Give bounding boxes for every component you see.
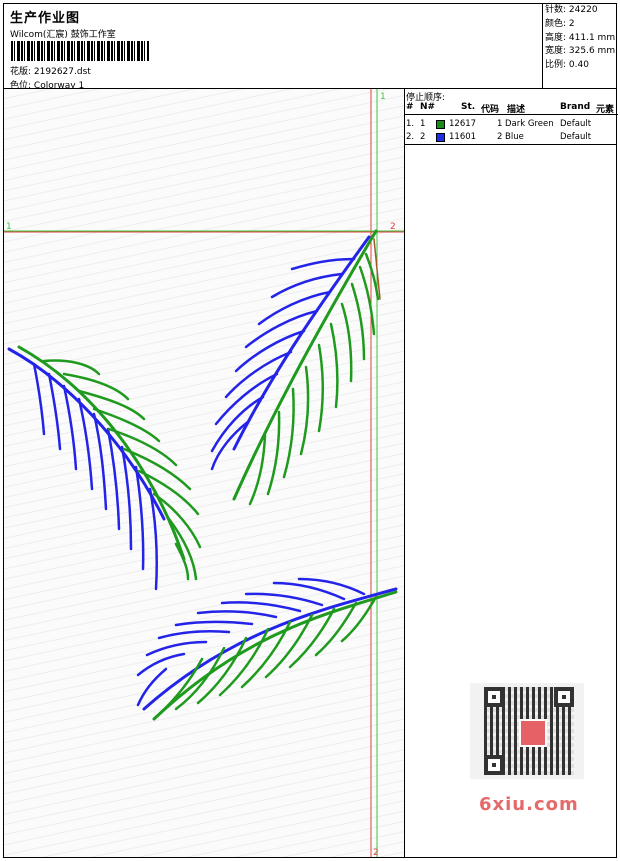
leaf-left xyxy=(7,345,202,591)
company-name: Wilcom(汇宸) 鼓饰工作室 xyxy=(10,30,116,40)
stops-bottom-line xyxy=(404,144,616,145)
watermark-text: 6xiu.com xyxy=(479,794,579,815)
col-stitches: St. xyxy=(461,102,476,112)
swatch-blue xyxy=(436,133,445,142)
leaf-upper xyxy=(210,229,381,506)
marker-right: 2 xyxy=(390,222,396,232)
pattern-row: 花版: 2192627.dst xyxy=(10,64,91,77)
leaf-bottom xyxy=(136,577,398,721)
table-row[interactable]: 2. 2 11601 2 Blue Default xyxy=(405,132,618,144)
header-left: 生产作业图 Wilcom(汇宸) 鼓饰工作室 花版: 2192627.dst 色… xyxy=(8,7,542,91)
qr-watermark xyxy=(470,683,584,779)
table-row[interactable]: 1. 1 12617 1 Dark Green Default xyxy=(405,119,618,131)
design-svg: 1 1 2 2 xyxy=(4,89,404,857)
production-sheet: 生产作业图 Wilcom(汇宸) 鼓饰工作室 花版: 2192627.dst 色… xyxy=(3,3,619,858)
marker-top: 1 xyxy=(380,92,386,102)
pattern-value: 2192627.dst xyxy=(33,67,91,77)
swatch-dark-green xyxy=(436,120,445,129)
marker-left: 1 xyxy=(6,222,12,232)
design-meta: 针数: 24220 颜色: 2 高度: 411.1 mm 宽度: 325.6 m… xyxy=(542,4,619,88)
meta-stitches: 针数: 24220 xyxy=(545,5,598,15)
header-underline xyxy=(405,114,618,115)
qr-logo xyxy=(519,719,547,747)
barcode xyxy=(11,41,149,61)
col-number: N# xyxy=(420,102,436,112)
design-canvas[interactable]: 1 1 2 2 xyxy=(4,89,404,857)
marker-bottom: 2 xyxy=(373,848,379,857)
qr-code xyxy=(484,687,574,775)
canvas-divider xyxy=(404,88,405,857)
pattern-label: 花版: xyxy=(10,67,32,77)
meta-height: 高度: 411.1 mm xyxy=(545,32,616,43)
col-index: # xyxy=(406,102,414,112)
col-brand: Brand xyxy=(560,102,591,112)
stop-sequence-table: 停止顺序: # N# St. 代码 描述 Brand 元素 1. 1 12617… xyxy=(405,89,618,145)
meta-colors: 颜色: 2 xyxy=(545,18,575,29)
meta-width: 宽度: 325.6 mm xyxy=(545,46,616,57)
meta-scale: 比例: 0.40 xyxy=(545,60,589,71)
stops-header-row: # N# St. 代码 描述 Brand 元素 xyxy=(405,102,618,115)
page-title: 生产作业图 xyxy=(10,11,81,26)
